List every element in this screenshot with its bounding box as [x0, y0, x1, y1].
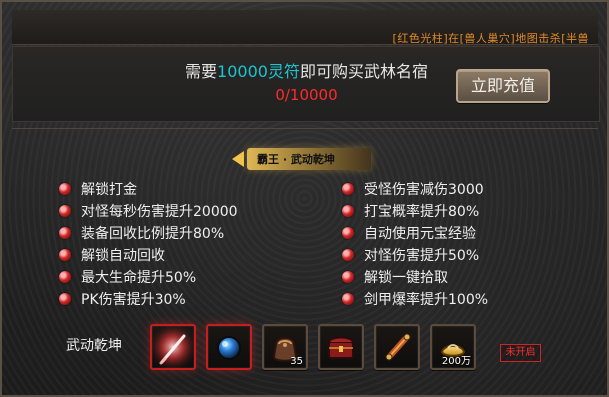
feature-item: 最大生命提升50% [59, 266, 339, 288]
reward-count: 35 [290, 356, 303, 367]
feature-text: 受怪伤害减伤3000 [364, 182, 484, 198]
requirement-prefix: 需要 [185, 62, 218, 81]
reward-slot[interactable] [150, 324, 196, 370]
reward-slot[interactable] [206, 324, 252, 370]
feature-text: 对怪每秒伤害提升20000 [81, 204, 238, 220]
feature-text: 装备回收比例提升80% [81, 226, 225, 242]
red-bullet-icon [342, 249, 354, 261]
rewards-label: 武动乾坤 [66, 338, 122, 354]
red-bullet-icon [342, 183, 354, 195]
feature-item: 对怪伤害提升50% [342, 244, 609, 266]
scroll-icon [385, 333, 411, 361]
feature-item: PK伤害提升30% [59, 288, 339, 310]
blue-orb-icon [217, 336, 241, 360]
feature-text: 自动使用元宝经验 [364, 226, 476, 242]
feature-text: 对怪伤害提升50% [364, 248, 480, 264]
vip-panel: [红色光柱]在[兽人巢穴]地图击杀[半兽 需要10000灵符即可购买武林名宿 0… [0, 0, 609, 397]
feature-item: 解锁自动回收 [59, 244, 339, 266]
feature-text: 解锁一键拾取 [364, 270, 448, 286]
red-bullet-icon [342, 271, 354, 283]
reward-count: 200万 [441, 356, 471, 367]
reward-slots: 35 200万 [150, 324, 480, 374]
feature-text: 最大生命提升50% [81, 270, 197, 286]
red-bullet-icon [342, 293, 354, 305]
section-divider [12, 128, 598, 129]
features-right: 受怪伤害减伤3000 打宝概率提升80% 自动使用元宝经验 对怪伤害提升50% … [342, 178, 609, 310]
features: 解锁打金 对怪每秒伤害提升20000 装备回收比例提升80% 解锁自动回收 最大… [2, 178, 609, 318]
feature-text: 解锁自动回收 [81, 248, 165, 264]
section-title: 霸王 · 武动乾坤 [257, 153, 335, 166]
system-ticker: [红色光柱]在[兽人巢穴]地图击杀[半兽 [392, 32, 589, 45]
feature-text: 解锁打金 [81, 182, 137, 198]
feature-text: 剑甲爆率提升100% [364, 292, 489, 308]
feature-text: PK伤害提升30% [81, 292, 186, 308]
red-bullet-icon [59, 293, 71, 305]
red-bullet-icon [59, 271, 71, 283]
requirement-suffix: 即可购买武林名宿 [299, 62, 428, 81]
feature-item: 受怪伤害减伤3000 [342, 178, 609, 200]
red-bullet-icon [59, 183, 71, 195]
required-amount: 10000灵符 [217, 62, 300, 81]
red-bullet-icon [59, 227, 71, 239]
feature-item: 解锁打金 [59, 178, 339, 200]
feature-item: 剑甲爆率提升100% [342, 288, 609, 310]
features-left: 解锁打金 对怪每秒伤害提升20000 装备回收比例提升80% 解锁自动回收 最大… [59, 178, 339, 310]
recharge-button[interactable]: 立即充值 [456, 69, 550, 103]
red-bullet-icon [342, 227, 354, 239]
reward-slot[interactable]: 200万 [430, 324, 476, 370]
red-bullet-icon [59, 205, 71, 217]
treasure-chest-icon [328, 336, 354, 359]
feature-text: 打宝概率提升80% [364, 204, 480, 220]
glowing-sword-icon [152, 326, 194, 368]
red-bullet-icon [342, 205, 354, 217]
reward-slot[interactable]: 35 [262, 324, 308, 370]
feature-item: 打宝概率提升80% [342, 200, 609, 222]
status-badge: 未开启 [500, 344, 541, 362]
banner-arrow-icon [232, 151, 244, 167]
feature-item: 装备回收比例提升80% [59, 222, 339, 244]
feature-item: 对怪每秒伤害提升20000 [59, 200, 339, 222]
section-title-banner: 霸王 · 武动乾坤 [232, 145, 382, 173]
red-bullet-icon [59, 249, 71, 261]
feature-item: 解锁一键拾取 [342, 266, 609, 288]
reward-slot[interactable] [318, 324, 364, 370]
reward-slot[interactable] [374, 324, 420, 370]
feature-item: 自动使用元宝经验 [342, 222, 609, 244]
